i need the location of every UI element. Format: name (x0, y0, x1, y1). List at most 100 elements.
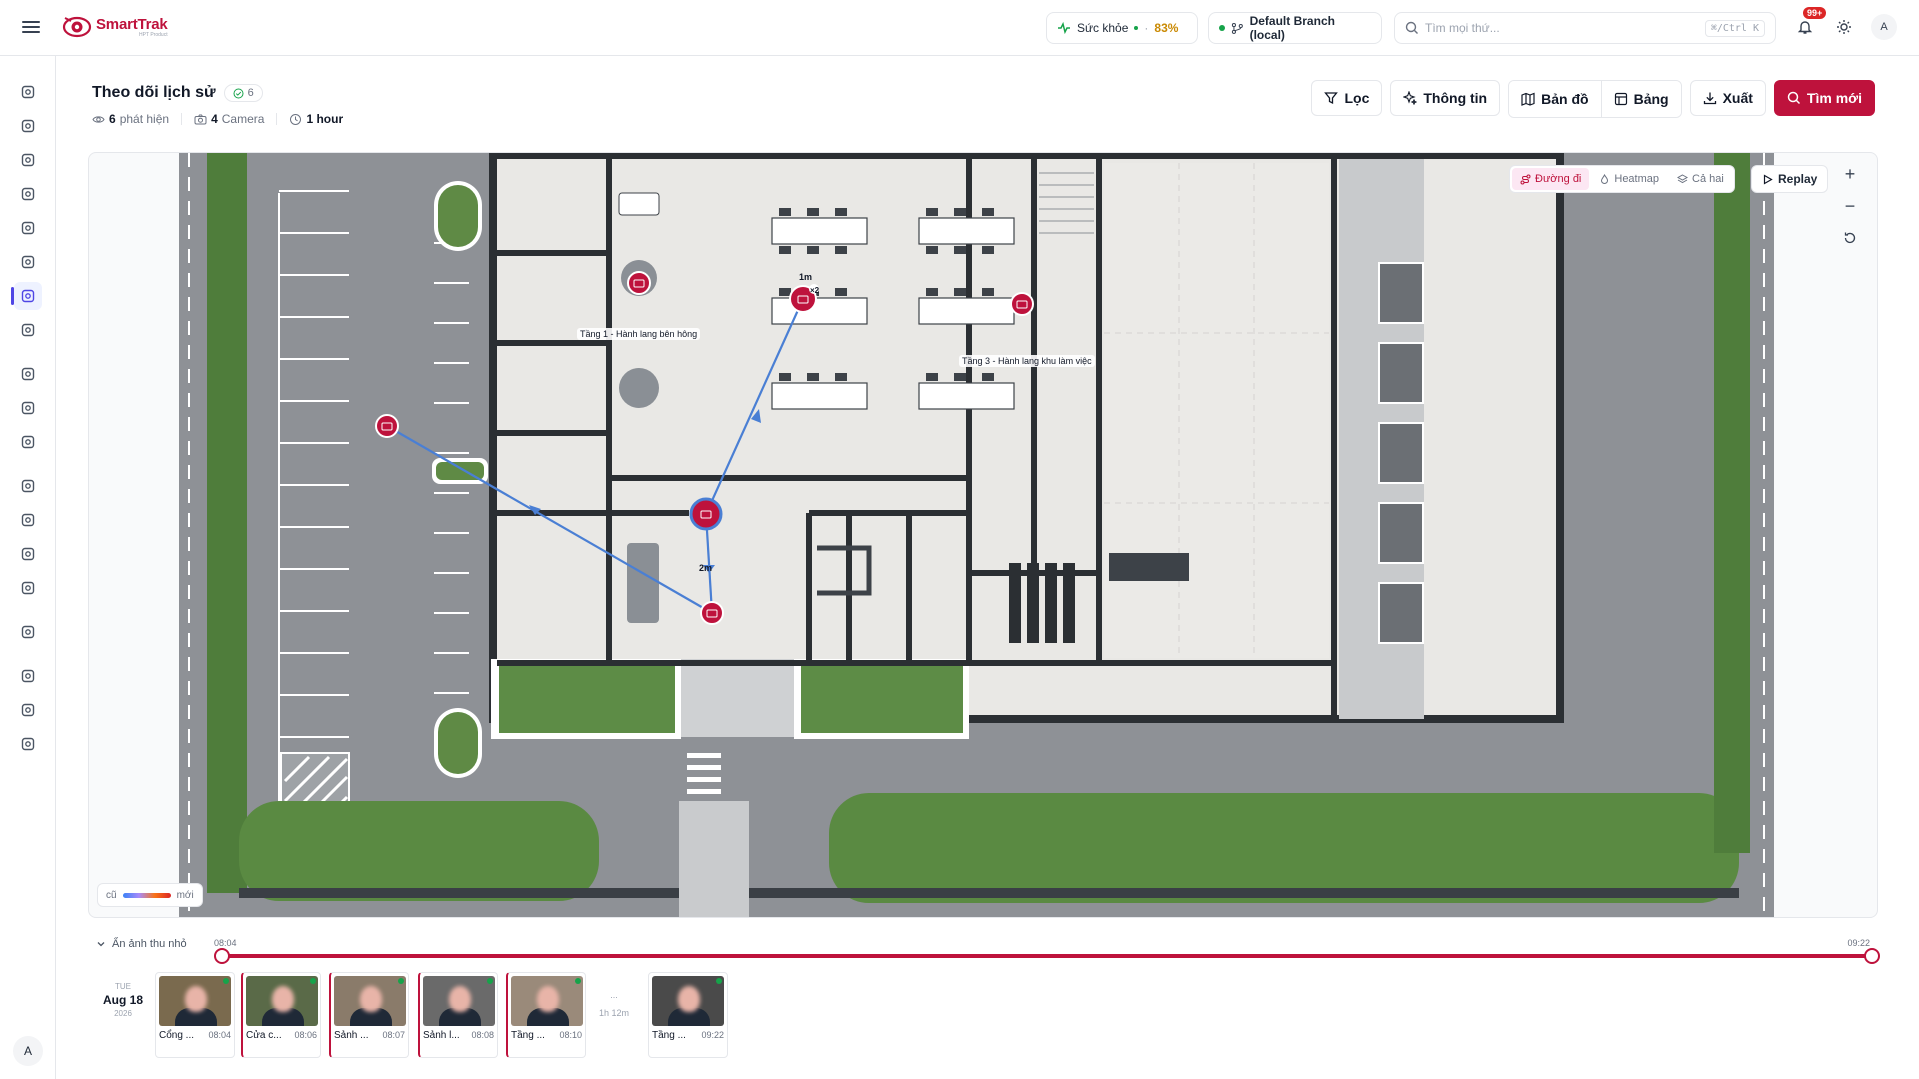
status-dot (310, 978, 316, 984)
sparkle-icon (1403, 91, 1418, 105)
user-avatar[interactable]: A (1871, 14, 1897, 40)
left-hedge (207, 153, 247, 893)
blurred-face (449, 986, 471, 1012)
front-garden-right-inner (801, 665, 963, 733)
entry-plaza (681, 659, 794, 737)
eye-icon (92, 115, 105, 123)
notifications-button[interactable]: 99+ (1793, 7, 1827, 39)
camera-marker-side-corridor[interactable] (627, 271, 651, 295)
search-input[interactable]: Tìm mọi thứ... (1425, 21, 1500, 35)
sidebar-item-vehicle[interactable] (14, 248, 42, 276)
app-logo[interactable]: SmartTrak HPT Product (62, 12, 168, 42)
mode-both[interactable]: Cả hai (1669, 168, 1732, 190)
sidebar-item-checklist[interactable] (14, 472, 42, 500)
gap-dots: ... (610, 990, 618, 1000)
dashboard-icon (21, 85, 35, 99)
timeline-start-handle[interactable] (214, 948, 230, 964)
chevron-down-icon (97, 942, 105, 947)
settings-icon (21, 737, 35, 751)
sidebar-item-camera[interactable] (14, 112, 42, 140)
replay-button[interactable]: Replay (1751, 165, 1829, 193)
camera-marker-entrance[interactable] (700, 601, 724, 625)
global-search[interactable]: Tìm mọi thứ... ⌘/Ctrl K (1394, 12, 1776, 44)
blurred-face (185, 986, 207, 1012)
play-icon (1763, 173, 1773, 185)
detection-card[interactable]: Cửa c... 08:06 (241, 972, 321, 1058)
sidebar-item-bell[interactable] (14, 506, 42, 534)
detection-card[interactable]: Tầng ... 08:10 (506, 972, 586, 1058)
sidebar-item-alarm[interactable] (14, 574, 42, 602)
cameras-value: 4 (211, 112, 218, 126)
theme-toggle[interactable] (1833, 16, 1855, 38)
floor-plan-map[interactable]: Tầng 1 - Hành lang bên hông Tầng 3 - Hàn… (88, 152, 1878, 918)
camera-marker-workspace-3[interactable] (1010, 292, 1034, 316)
sidebar-item-book[interactable] (14, 618, 42, 646)
result-count-chip: 6 (223, 84, 263, 102)
health-label: Sức khỏe (1077, 21, 1129, 35)
timeline-track[interactable] (220, 954, 1870, 958)
filter-button[interactable]: Lọc (1311, 80, 1383, 116)
bottom-lawn-right (829, 793, 1739, 903)
zoom-out-button[interactable]: − (1837, 193, 1863, 219)
face-scan-icon (21, 153, 35, 167)
visit-count-badge: ×2 (810, 286, 820, 295)
table-view-button[interactable]: Bảng (1600, 81, 1681, 117)
info-button[interactable]: Thông tin (1390, 80, 1501, 116)
status-dot (716, 978, 722, 984)
new-search-button[interactable]: Tìm mới (1773, 80, 1875, 116)
menu-icon[interactable] (22, 18, 40, 36)
sidebar-item-shield[interactable] (14, 540, 42, 568)
detection-time: 08:08 (471, 1030, 494, 1040)
download-icon (1703, 92, 1716, 105)
git-branch-icon (1231, 22, 1243, 34)
detection-card[interactable]: Tầng ... 09:22 (648, 972, 728, 1058)
timeline-end-time: 09:22 (1847, 938, 1870, 948)
floor-plan-canvas[interactable] (89, 153, 1878, 918)
camera-marker-lobby[interactable] (689, 497, 723, 531)
health-indicator[interactable]: Sức khỏe · 83% (1046, 12, 1198, 44)
detection-camera: Cổng ... (159, 1030, 195, 1041)
map-view-button[interactable]: Bản đồ (1509, 81, 1601, 117)
detection-camera: Cửa c... (246, 1030, 282, 1041)
branch-selector[interactable]: Default Branch (local) (1208, 12, 1382, 44)
hide-thumbnails-toggle[interactable]: Ẩn ảnh thu nhỏ (96, 938, 187, 950)
search-icon (1787, 91, 1800, 105)
detection-card[interactable]: Sảnh ... 08:07 (329, 972, 409, 1058)
sidebar-item-settings[interactable] (14, 730, 42, 758)
sidebar-item-ai-sparkle[interactable] (14, 316, 42, 344)
detection-camera: Sảnh ... (334, 1030, 369, 1041)
sidebar-item-folder[interactable] (14, 360, 42, 388)
sidebar-item-calendar[interactable] (14, 394, 42, 422)
sidebar-item-transfer[interactable] (14, 696, 42, 724)
detection-card[interactable]: Sảnh l... 08:08 (418, 972, 498, 1058)
camera-icon (21, 119, 35, 133)
sidebar-item-detection[interactable] (14, 214, 42, 242)
date-month-day: Aug 18 (102, 993, 143, 1007)
mode-path[interactable]: Đường đi (1512, 168, 1590, 190)
gap-duration: 1h 12m (598, 1008, 630, 1018)
timeline-end-handle[interactable] (1864, 948, 1880, 964)
hide-thumbnails-label: Ẩn ảnh thu nhỏ (112, 938, 187, 950)
mode-heatmap[interactable]: Heatmap (1591, 168, 1667, 190)
timeline-panel: Ẩn ảnh thu nhỏ 08:04 09:22 TUE Aug 18 20… (88, 930, 1880, 1070)
users-icon (21, 669, 35, 683)
detection-card[interactable]: Cổng ... 08:04 (155, 972, 235, 1058)
export-button[interactable]: Xuất (1689, 80, 1766, 116)
sidebar-item-dashboard[interactable] (14, 78, 42, 106)
sidebar-item-focus[interactable] (14, 180, 42, 208)
blurred-face (272, 986, 294, 1012)
detection-thumbnail (246, 976, 318, 1026)
sidebar-item-users[interactable] (14, 662, 42, 690)
table-icon (1614, 92, 1627, 106)
parking-island (438, 185, 478, 247)
reset-view-button[interactable] (1837, 225, 1863, 251)
camera-marker-parking[interactable] (375, 414, 399, 438)
zoom-in-button[interactable]: + (1837, 161, 1863, 187)
sidebar-item-car[interactable] (14, 428, 42, 456)
dwell-time-lobby: 2m (699, 563, 713, 573)
sidebar-user-avatar[interactable]: A (13, 1036, 43, 1066)
sidebar-item-history-track[interactable] (11, 282, 42, 310)
eye-logo-icon (62, 16, 92, 38)
detection-time: 08:04 (208, 1030, 231, 1040)
sidebar-item-face-scan[interactable] (14, 146, 42, 174)
